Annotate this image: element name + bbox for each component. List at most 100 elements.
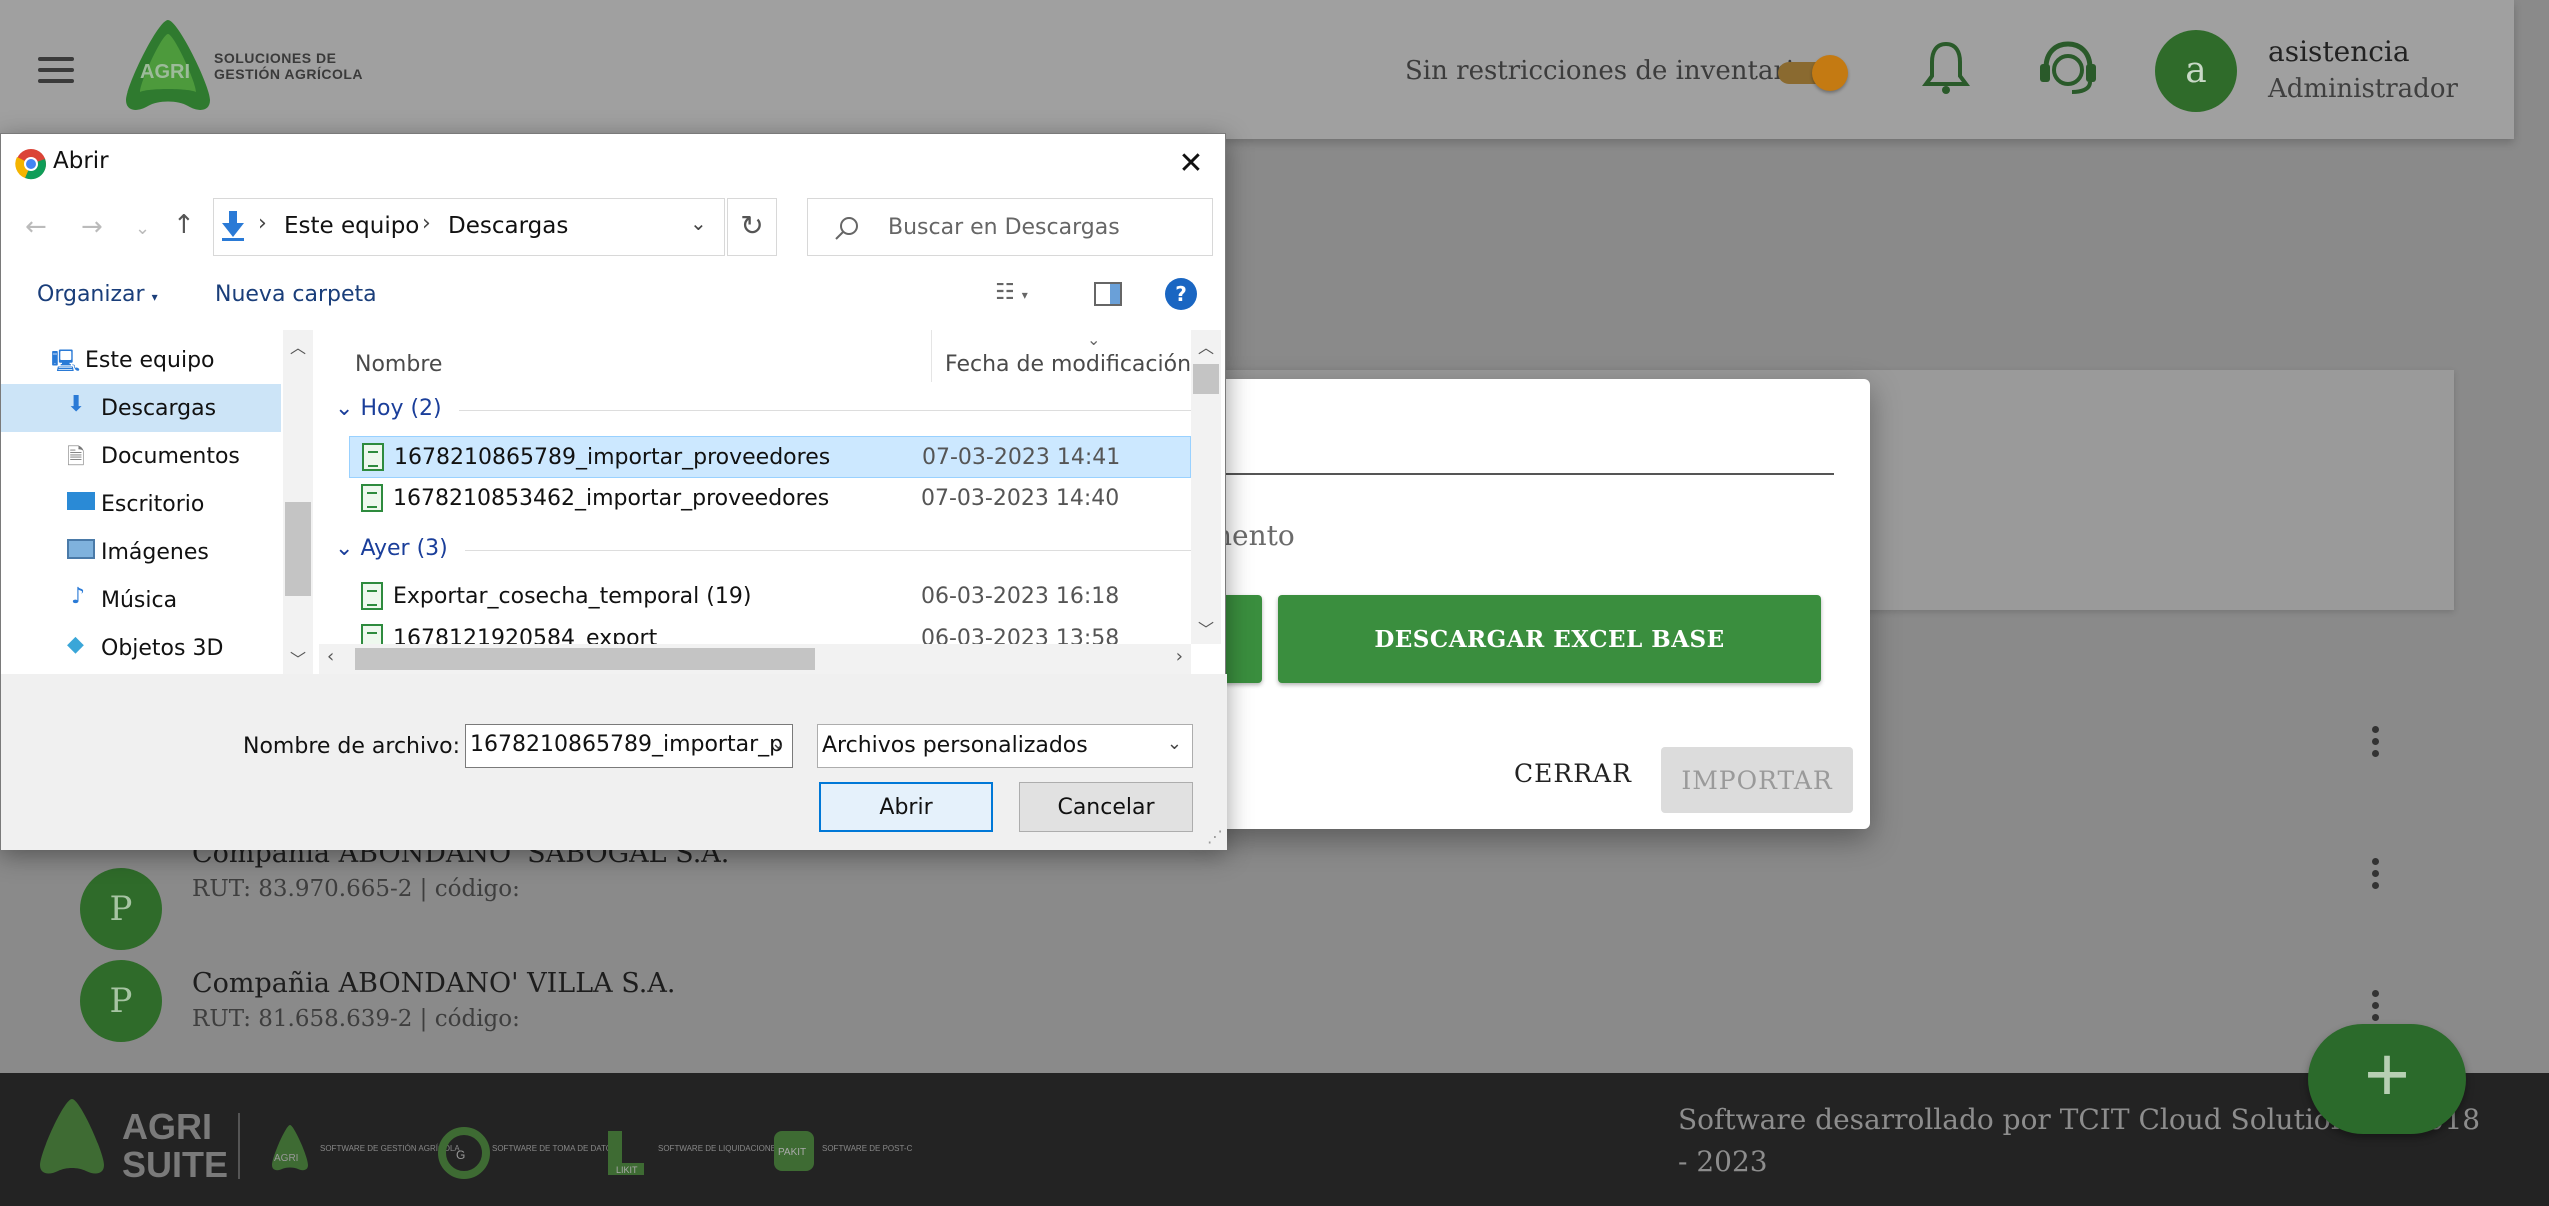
bell-icon[interactable] xyxy=(1922,40,1970,96)
download-icon: ⬇ xyxy=(67,392,86,417)
file-date: 06-03-2023 16:18 xyxy=(921,584,1120,609)
nav-item-descargas[interactable]: ⬇ Descargas xyxy=(1,384,281,432)
file-name: 1678121920584_export xyxy=(393,626,658,644)
organize-menu[interactable]: Organizar ▾ xyxy=(37,282,158,307)
inventory-toggle[interactable] xyxy=(1778,55,1848,91)
scroll-up-icon[interactable]: ︿ xyxy=(283,334,313,358)
nav-scrollbar-thumb[interactable] xyxy=(285,502,311,596)
search-box[interactable]: Buscar en Descargas xyxy=(807,198,1213,256)
column-separator[interactable] xyxy=(931,330,932,382)
chevron-down-icon[interactable]: ⌄ xyxy=(771,733,786,754)
user-role: Administrador xyxy=(2268,74,2458,104)
menu-icon[interactable] xyxy=(38,57,74,83)
nav-item-label: Imágenes xyxy=(101,540,209,565)
group-divider xyxy=(465,550,1191,551)
filetype-select[interactable]: Archivos personalizados ⌄ xyxy=(817,724,1193,768)
nav-scrollbar[interactable]: ︿ ﹀ xyxy=(283,330,313,674)
nav-item-escritorio[interactable]: Escritorio xyxy=(1,480,281,528)
scroll-down-icon[interactable]: ﹀ xyxy=(1191,616,1221,640)
svg-text:SOFTWARE DE TOMA DE DATOS: SOFTWARE DE TOMA DE DATOS xyxy=(492,1144,617,1153)
refresh-icon[interactable]: ↻ xyxy=(727,198,777,256)
agri-suite-logo: AGRI SUITE AGRI SOFTWARE DE GESTIÓN AGRÍ… xyxy=(40,1099,912,1185)
nav-item-musica[interactable]: ♪ Música xyxy=(1,576,281,624)
recent-chevron-icon[interactable]: ⌄ xyxy=(135,218,150,239)
user-avatar[interactable]: a xyxy=(2155,30,2237,112)
search-icon xyxy=(835,217,858,240)
chevron-down-icon: ⌄ xyxy=(1166,733,1182,754)
navigation-pane: 🖳 Este equipo ⬇ Descargas 🗎 Documentos E… xyxy=(1,330,313,674)
file-row[interactable]: 1678210865789_importar_proveedores 07-03… xyxy=(349,436,1191,478)
group-label: Ayer (3) xyxy=(360,536,448,561)
nav-item-imagenes[interactable]: Imágenes xyxy=(1,528,281,576)
cancel-button[interactable]: Cancelar xyxy=(1019,782,1193,832)
close-icon[interactable]: ✕ xyxy=(1171,146,1211,186)
file-row[interactable]: 1678210853462_importar_proveedores 07-03… xyxy=(349,478,1191,520)
filename-input[interactable]: 1678210865789_importar_p ⌄ xyxy=(465,724,793,768)
address-dropdown-icon[interactable]: ⌄ xyxy=(690,211,707,235)
download-excel-button[interactable]: DESCARGAR EXCEL BASE xyxy=(1278,595,1821,683)
app-header: AGRI SOLUCIONES DE GESTIÓN AGRÍCOLA Sin … xyxy=(0,0,2514,139)
column-name-header[interactable]: Nombre xyxy=(355,352,442,377)
preview-pane-icon[interactable] xyxy=(1094,282,1122,306)
svg-text:SOFTWARE DE LIQUIDACIONES: SOFTWARE DE LIQUIDACIONES xyxy=(658,1144,781,1153)
group-header-yesterday[interactable]: ⌄ Ayer (3) xyxy=(335,536,448,561)
file-date: 07-03-2023 14:41 xyxy=(922,445,1121,470)
nav-item-label: Escritorio xyxy=(101,492,205,517)
new-folder-button[interactable]: Nueva carpeta xyxy=(215,282,377,307)
add-fab-button[interactable]: + xyxy=(2308,1024,2466,1134)
spreadsheet-file-icon xyxy=(361,624,383,644)
column-date-header[interactable]: Fecha de modificación xyxy=(945,352,1191,377)
scroll-up-icon[interactable]: ︿ xyxy=(1191,334,1221,358)
help-icon[interactable]: ? xyxy=(1165,278,1197,310)
close-button[interactable]: CERRAR xyxy=(1514,759,1632,788)
more-options-icon[interactable] xyxy=(2372,858,2380,894)
more-options-icon[interactable] xyxy=(2372,726,2380,762)
list-item-subtitle: RUT: 81.658.639-2 | código: xyxy=(192,1006,520,1032)
list-item[interactable]: P Compañia ABONDANO' VILLA S.A. RUT: 81.… xyxy=(0,950,2514,1060)
spreadsheet-file-icon xyxy=(361,484,383,512)
up-arrow-icon[interactable]: ↑ xyxy=(173,210,195,240)
address-bar[interactable]: › Este equipo › Descargas ⌄ xyxy=(213,198,725,256)
support-agent-icon[interactable] xyxy=(2036,38,2100,98)
dialog-title: Abrir xyxy=(53,148,109,174)
sort-chevron-icon: ⌄ xyxy=(1087,330,1101,349)
dialog-bottom-area: Nombre de archivo: 1678210865789_importa… xyxy=(1,674,1227,850)
user-name: asistencia xyxy=(2268,35,2410,68)
document-icon: 🗎 xyxy=(67,445,85,470)
file-name: 1678210853462_importar_proveedores xyxy=(393,486,830,511)
file-date: 06-03-2023 13:58 xyxy=(921,626,1120,644)
breadcrumb-chevron-icon: › xyxy=(422,211,431,236)
file-row[interactable]: Exportar_cosecha_temporal (19) 06-03-202… xyxy=(349,576,1191,618)
filename-label: Nombre de archivo: xyxy=(243,734,460,759)
svg-text:G: G xyxy=(456,1148,465,1162)
footer: AGRI SUITE AGRI SOFTWARE DE GESTIÓN AGRÍ… xyxy=(0,1073,2549,1206)
breadcrumb-chevron-icon: › xyxy=(258,211,267,236)
resize-grip-icon[interactable]: ⋰ xyxy=(1207,827,1223,846)
breadcrumb-este-equipo[interactable]: Este equipo xyxy=(284,213,419,239)
file-list-scrollbar-thumb[interactable] xyxy=(1193,364,1219,394)
scroll-down-icon[interactable]: ﹀ xyxy=(283,646,313,670)
file-row[interactable]: 1678121920584_export 06-03-2023 13:58 xyxy=(349,618,1191,644)
open-button[interactable]: Abrir xyxy=(819,782,993,832)
scroll-right-icon[interactable]: › xyxy=(1176,646,1183,667)
file-list-pane: Nombre Fecha de modificación ⌄ ⌄ Hoy (2)… xyxy=(319,330,1227,674)
scroll-left-icon[interactable]: ‹ xyxy=(327,646,334,667)
file-list-scrollbar[interactable]: ︿ ﹀ xyxy=(1191,330,1221,644)
group-divider xyxy=(459,410,1191,411)
file-list-hscrollbar[interactable]: ‹ › xyxy=(319,644,1191,674)
back-arrow-icon[interactable]: ← xyxy=(25,212,47,242)
nav-item-objetos-3d[interactable]: ◆ Objetos 3D xyxy=(1,624,281,672)
image-icon xyxy=(67,536,97,564)
filename-value: 1678210865789_importar_p xyxy=(470,732,784,757)
hscrollbar-thumb[interactable] xyxy=(355,648,815,670)
more-options-icon[interactable] xyxy=(2372,990,2380,1026)
file-date: 07-03-2023 14:40 xyxy=(921,486,1120,511)
nav-item-este-equipo[interactable]: 🖳 Este equipo xyxy=(1,336,281,384)
forward-arrow-icon[interactable]: → xyxy=(81,212,103,242)
breadcrumb-descargas[interactable]: Descargas xyxy=(448,213,568,239)
view-options-icon[interactable]: ☷ ▾ xyxy=(995,280,1028,305)
spreadsheet-file-icon xyxy=(361,582,383,610)
import-button[interactable]: IMPORTAR xyxy=(1661,747,1853,813)
nav-item-documentos[interactable]: 🗎 Documentos xyxy=(1,432,281,480)
group-header-today[interactable]: ⌄ Hoy (2) xyxy=(335,396,442,421)
